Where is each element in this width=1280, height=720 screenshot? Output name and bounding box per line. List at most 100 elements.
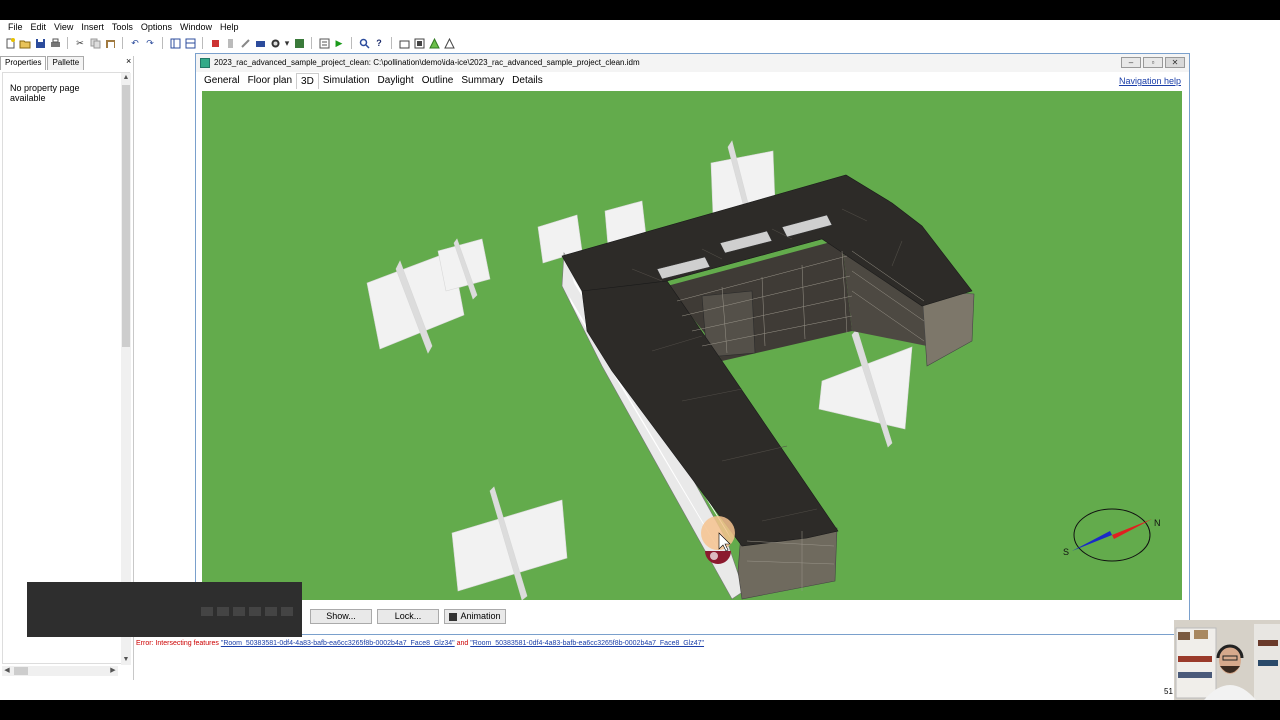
overlay-control-icon — [265, 606, 277, 616]
error-link-1[interactable]: "Room_50383581-0df4-4a83-bafb-ea6cc3265f… — [221, 640, 455, 647]
scroll-left-icon[interactable]: ◀ — [2, 666, 12, 676]
menu-view[interactable]: View — [50, 20, 77, 34]
shape3-icon[interactable] — [428, 37, 440, 49]
minimize-icon[interactable]: – — [1121, 57, 1141, 68]
document-title-bar: 2023_rac_advanced_sample_project_clean: … — [196, 54, 1189, 72]
show-button[interactable]: Show... — [310, 609, 372, 624]
scroll-thumb[interactable] — [14, 667, 28, 675]
error-prefix: Error: Intersecting features — [136, 640, 221, 647]
tab-details[interactable]: Details — [508, 73, 547, 89]
tab-daylight[interactable]: Daylight — [374, 73, 418, 89]
property-page-area: No property page available ▲ ▼ — [2, 72, 131, 665]
document-title: 2023_rac_advanced_sample_project_clean: … — [214, 58, 640, 67]
navigation-help-link[interactable]: Navigation help — [1119, 75, 1181, 87]
scroll-up-icon[interactable]: ▲ — [121, 73, 131, 83]
tool3-icon[interactable] — [239, 37, 251, 49]
shape1-icon[interactable] — [398, 37, 410, 49]
menu-window[interactable]: Window — [176, 20, 216, 34]
maximize-icon[interactable]: ▫ — [1143, 57, 1163, 68]
3d-viewport[interactable]: N S — [202, 91, 1182, 600]
application-window: File Edit View Insert Tools Options Wind… — [0, 20, 1280, 700]
error-status-line: Error: Intersecting features "Room_50383… — [134, 638, 1174, 650]
paste-icon[interactable] — [104, 37, 116, 49]
tool5-icon[interactable] — [269, 37, 281, 49]
toolbar-separator — [311, 37, 312, 49]
scroll-down-icon[interactable]: ▼ — [121, 655, 131, 665]
redo-icon[interactable]: ↷ — [144, 37, 156, 49]
menu-file[interactable]: File — [4, 20, 27, 34]
tab-summary[interactable]: Summary — [457, 73, 508, 89]
3d-scene: N S — [366, 140, 1161, 600]
tab-3d[interactable]: 3D — [296, 73, 319, 89]
copy-icon[interactable] — [89, 37, 101, 49]
close-window-icon[interactable]: ✕ — [1165, 57, 1185, 68]
tab-floor-plan[interactable]: Floor plan — [244, 73, 296, 89]
menu-insert[interactable]: Insert — [77, 20, 108, 34]
animation-button[interactable]: Animation — [444, 609, 506, 624]
overlay-control-icon — [249, 606, 261, 616]
horizontal-scrollbar[interactable]: ◀ ▶ — [2, 666, 118, 676]
cut-icon[interactable]: ✂ — [74, 37, 86, 49]
menu-edit[interactable]: Edit — [27, 20, 51, 34]
left-panel-tabs: Properties Pallette — [0, 56, 134, 70]
shape4-icon[interactable] — [443, 37, 455, 49]
layout-icon[interactable] — [169, 37, 181, 49]
dropdown-arrow-icon[interactable]: ▾ — [284, 37, 290, 49]
save-icon[interactable] — [34, 37, 46, 49]
overlay-control-icon — [281, 606, 293, 616]
toolbar-separator — [351, 37, 352, 49]
top-letterbox — [0, 0, 1280, 20]
tab-pallette[interactable]: Pallette — [47, 56, 85, 70]
check-icon[interactable] — [293, 37, 305, 49]
error-and: and — [454, 640, 471, 647]
tab-properties[interactable]: Properties — [0, 56, 47, 70]
menu-help[interactable]: Help — [216, 20, 243, 34]
menu-bar: File Edit View Insert Tools Options Wind… — [0, 20, 1280, 34]
report-icon[interactable] — [318, 37, 330, 49]
toolbar-separator — [202, 37, 203, 49]
tab-simulation[interactable]: Simulation — [319, 73, 374, 89]
page-number: 51 — [1164, 687, 1173, 696]
split-icon[interactable] — [184, 37, 196, 49]
error-link-2[interactable]: "Room_50383581-0df4-4a83-bafb-ea6cc3265f… — [470, 640, 704, 647]
tab-general[interactable]: General — [200, 73, 244, 89]
film-icon — [449, 612, 458, 621]
shape2-icon[interactable] — [413, 37, 425, 49]
webcam-feed — [1174, 620, 1280, 700]
close-icon[interactable]: × — [126, 56, 131, 66]
document-tabs: General Floor plan 3D Simulation Dayligh… — [200, 73, 547, 89]
animation-label: Animation — [460, 611, 501, 621]
menu-tools[interactable]: Tools — [108, 20, 137, 34]
compass-icon: N S — [1063, 508, 1161, 562]
no-property-message: No property page available — [10, 83, 80, 103]
open-icon[interactable] — [19, 37, 31, 49]
tool2-icon[interactable] — [224, 37, 236, 49]
tool-icon[interactable] — [209, 37, 221, 49]
tab-outline[interactable]: Outline — [418, 73, 458, 89]
compass-south-label: S — [1063, 547, 1069, 557]
toolbar-separator — [162, 37, 163, 49]
window-controls: – ▫ ✕ — [1121, 57, 1185, 68]
scroll-right-icon[interactable]: ▶ — [108, 666, 118, 676]
help-icon[interactable]: ? — [373, 37, 385, 49]
overlay-control-icon — [201, 606, 213, 616]
vertical-scrollbar[interactable]: ▲ ▼ — [121, 73, 131, 665]
toolbar-separator — [67, 37, 68, 49]
new-icon[interactable] — [4, 37, 16, 49]
print-icon[interactable] — [49, 37, 61, 49]
scroll-thumb[interactable] — [122, 85, 130, 347]
toolbar-separator — [122, 37, 123, 49]
menu-options[interactable]: Options — [137, 20, 176, 34]
overlay-control-icon — [217, 606, 229, 616]
document-icon — [200, 58, 210, 68]
screen: File Edit View Insert Tools Options Wind… — [0, 0, 1280, 720]
tool4-icon[interactable] — [254, 37, 266, 49]
search-icon[interactable] — [358, 37, 370, 49]
bottom-letterbox — [0, 700, 1280, 720]
undo-icon[interactable]: ↶ — [129, 37, 141, 49]
lock-button[interactable]: Lock... — [377, 609, 439, 624]
run-icon[interactable]: ▶ — [333, 37, 345, 49]
compass-north-label: N — [1154, 518, 1161, 528]
viewport-button-bar: Show... Lock... Animation — [196, 604, 1189, 632]
overlay-controls — [195, 604, 301, 618]
